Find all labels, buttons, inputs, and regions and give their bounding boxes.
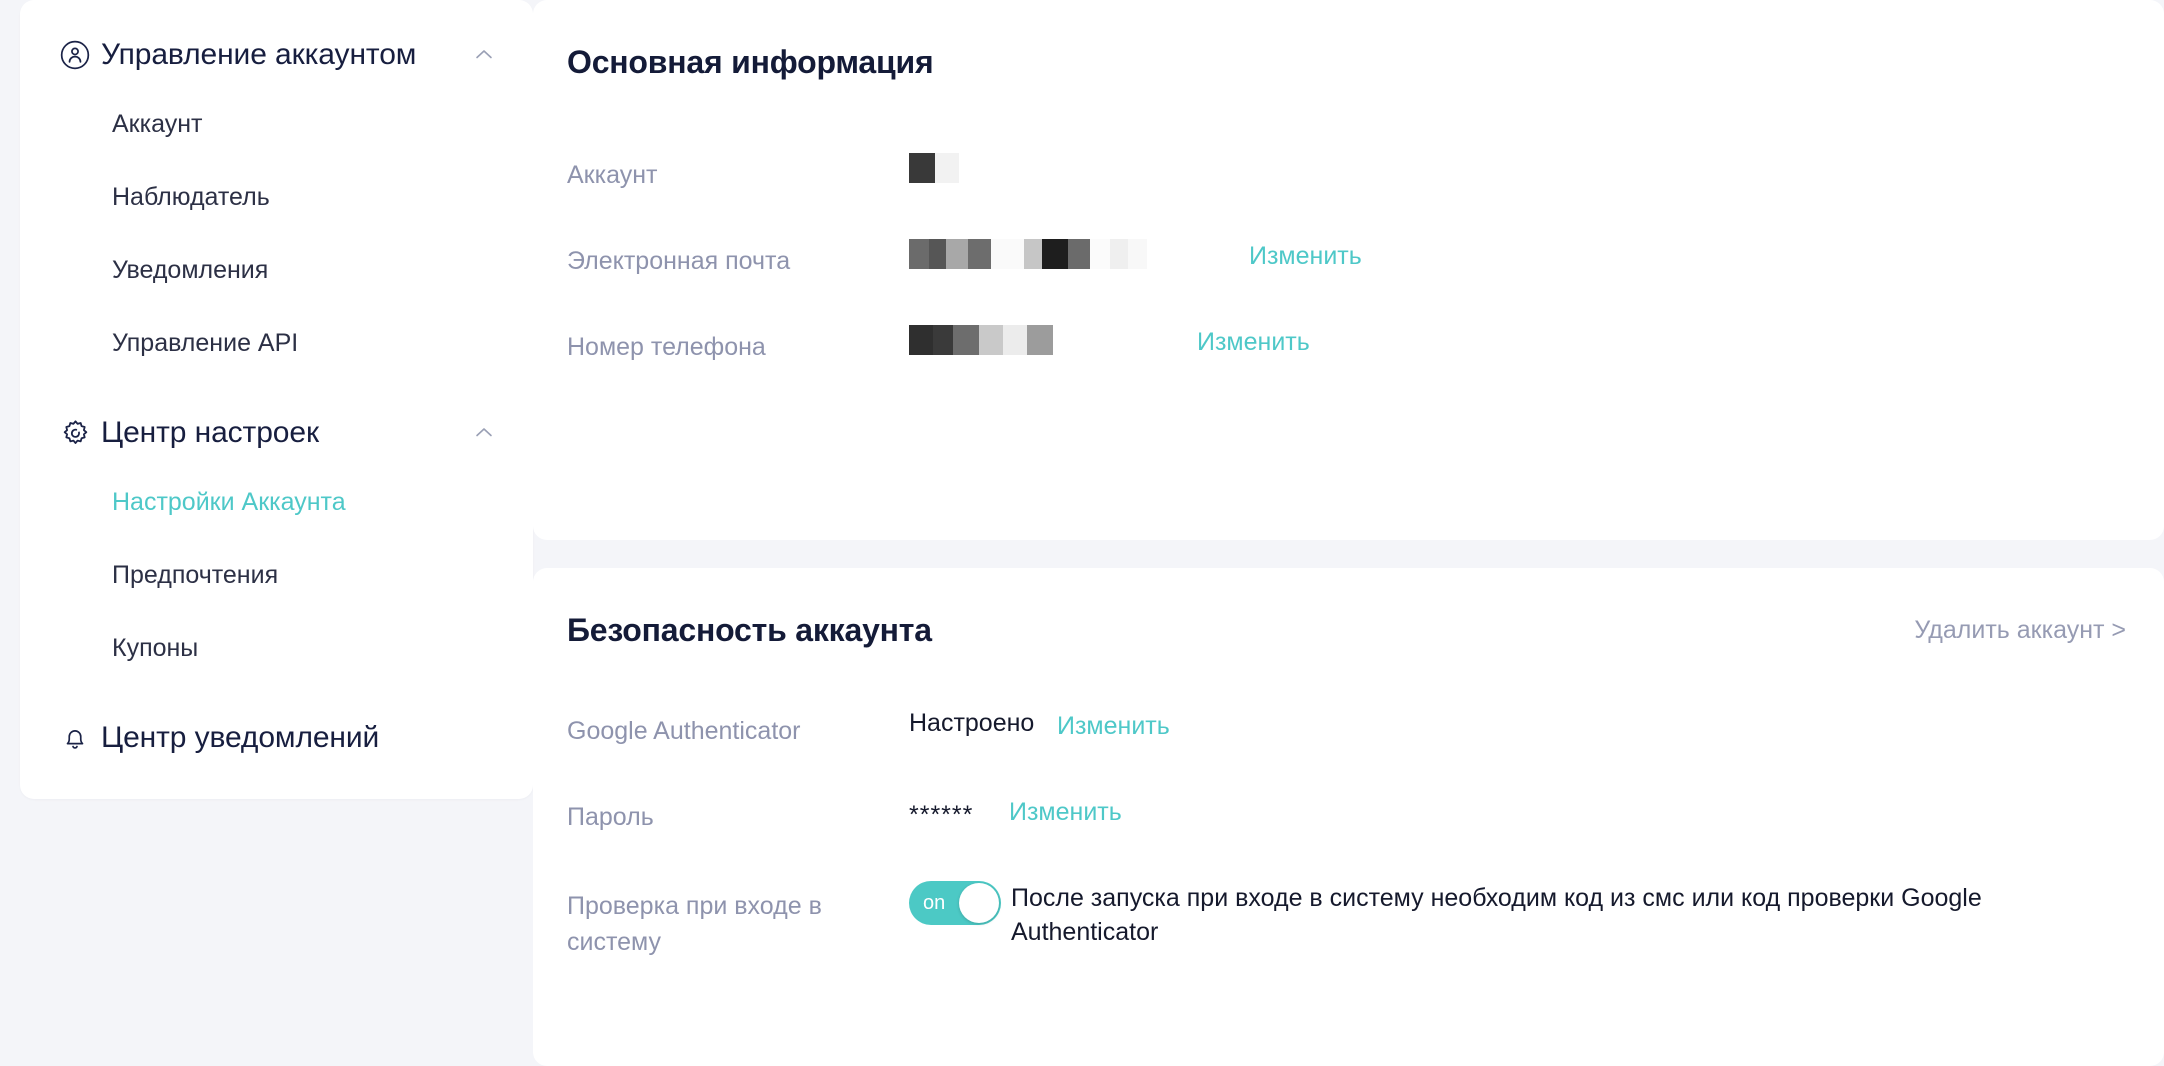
redacted-value-phone [909,325,1053,355]
delete-account-link[interactable]: Удалить аккаунт > [1914,616,2126,645]
nav-group-label: Центр уведомлений [101,721,380,754]
nav-group-settings-center: Центр настроек Настройки Аккаунта Предпо… [20,406,533,685]
nav-group-label: Центр настроек [101,416,319,449]
edit-password-link[interactable]: Изменить [1009,795,1122,827]
row-label: Аккаунт [567,161,658,189]
row-google-authenticator: Google Authenticator Настроено Изменить [567,709,2164,771]
nav-group-spacer [20,685,533,711]
gear-icon [58,416,92,450]
sidebar-card: Управление аккаунтом Аккаунт Наблюдатель… [20,0,533,799]
redacted-value-email [909,239,1147,269]
row-email: Электронная почта Изменить [567,239,2164,301]
nav-children-settings-center: Настройки Аккаунта Предпочтения Купоны [20,460,533,685]
row-login-verification: Проверка при входе в систему on После за… [533,881,2164,960]
basic-info-rows: Аккаунт Электронная почта Изменить Номер… [533,81,2164,387]
nav-group-header-notification-center[interactable]: Центр уведомлений [20,711,533,765]
row-label: Проверка при входе в систему [567,892,822,956]
sidebar-item-account-settings[interactable]: Настройки Аккаунта [20,466,533,539]
toggle-knob [959,883,999,923]
row-label: Пароль [567,803,654,831]
nav-group-label: Управление аккаунтом [101,38,417,71]
redacted-value-account [909,153,959,183]
nav-group-header-settings-center[interactable]: Центр настроек [20,406,533,460]
row-value-phone [909,325,1197,355]
row-value-password: ****** [909,795,1009,830]
security-rows: Google Authenticator Настроено Изменить … [533,649,2164,857]
row-label: Google Authenticator [567,717,801,745]
card-gap [533,540,2164,568]
sidebar-item-api-management[interactable]: Управление API [20,307,533,380]
basic-info-card: Основная информация Аккаунт Электронная … [533,0,2164,540]
toggle-state-label: on [923,891,946,914]
nav-group-header-account-management[interactable]: Управление аккаунтом [20,28,533,82]
bell-icon [58,721,92,755]
chevron-up-icon[interactable] [471,42,497,68]
row-password: Пароль ****** Изменить [567,795,2164,857]
main-content: Основная информация Аккаунт Электронная … [533,0,2164,1066]
status-value: Настроено [909,709,1035,737]
nav-children-account-management: Аккаунт Наблюдатель Уведомления Управлен… [20,82,533,380]
row-value-account [909,153,959,183]
row-label: Номер телефона [567,333,766,361]
nav-group-notification-center: Центр уведомлений [20,711,533,765]
nav-group-account-management: Управление аккаунтом Аккаунт Наблюдатель… [20,28,533,380]
chevron-up-icon[interactable] [471,420,497,446]
sidebar-item-account[interactable]: Аккаунт [20,88,533,161]
edit-google-authenticator-link[interactable]: Изменить [1057,709,1170,741]
login-verification-toggle[interactable]: on [909,881,1001,925]
password-masked-value: ****** [909,801,974,829]
row-value-google-authenticator: Настроено [909,709,1057,738]
row-account: Аккаунт [567,153,2164,215]
nav-group-spacer [20,380,533,406]
sidebar-item-observer[interactable]: Наблюдатель [20,161,533,234]
sidebar-item-coupons[interactable]: Купоны [20,612,533,685]
user-circle-icon [58,38,92,72]
security-header: Безопасность аккаунта Удалить аккаунт > [533,568,2164,649]
security-title: Безопасность аккаунта [567,612,932,648]
row-phone: Номер телефона Изменить [567,325,2164,387]
edit-phone-link[interactable]: Изменить [1197,325,1310,357]
account-settings-page: Управление аккаунтом Аккаунт Наблюдатель… [0,0,2164,1066]
sidebar: Управление аккаунтом Аккаунт Наблюдатель… [0,0,533,1066]
sidebar-item-preferences[interactable]: Предпочтения [20,539,533,612]
login-verification-description: После запуска при входе в систему необхо… [1011,884,1982,946]
row-value-email [909,239,1249,269]
account-security-card: Безопасность аккаунта Удалить аккаунт > … [533,568,2164,1066]
page-title: Основная информация [567,44,934,80]
sidebar-item-notifications[interactable]: Уведомления [20,234,533,307]
edit-email-link[interactable]: Изменить [1249,239,1362,271]
row-label: Электронная почта [567,247,791,275]
